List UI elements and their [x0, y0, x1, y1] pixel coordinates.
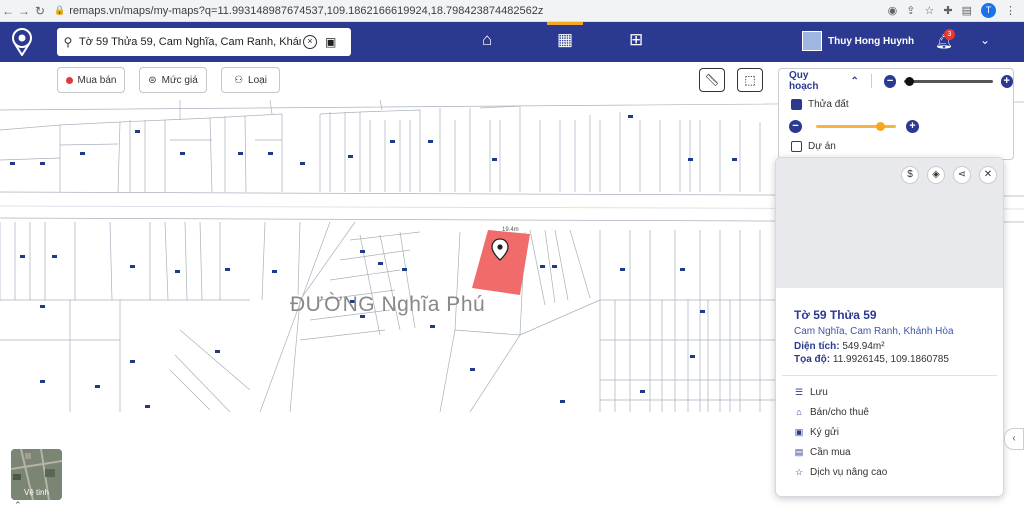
user-menu[interactable]: Thuy Hong Huynh — [802, 31, 914, 51]
reading-list-icon[interactable]: ▤ — [962, 4, 972, 17]
home-icon[interactable]: ⌂ — [482, 30, 492, 50]
satellite-label: Vệ tinh — [24, 488, 49, 497]
deposit-icon: ▣ — [794, 426, 804, 437]
layer-panel-title[interactable]: Quy hoạch — [789, 70, 839, 92]
search-input[interactable] — [79, 36, 301, 48]
menu-item-deposit[interactable]: ▣ Ký gửi — [776, 422, 1003, 442]
parcel-image: $ ◈ ⋖ ✕ — [776, 158, 1003, 288]
browser-menu-icon[interactable]: ⋮ — [1005, 4, 1016, 17]
satellite-toggle[interactable]: Vệ tinh — [11, 449, 62, 500]
parcel-address: Cam Nghĩa, Cam Ranh, Khánh Hòa — [794, 326, 954, 337]
clipboard-icon: ▤ — [794, 446, 804, 457]
type-icon: ⚇ — [234, 74, 244, 86]
type-filter[interactable]: ⚇ Loại — [221, 67, 280, 93]
opacity-minus-icon[interactable]: − — [789, 119, 802, 133]
parcel-checkbox[interactable] — [791, 98, 802, 110]
avatar — [802, 31, 822, 51]
zoom-slider-knob[interactable] — [904, 76, 914, 86]
select-area-icon[interactable]: ⬚ — [737, 68, 763, 92]
dimension-label: 19.4m — [502, 227, 519, 233]
app-header: ⚲ × ▣ ⌂ ▦ ⊞ Thuy Hong Huynh 🔔︎3 ⌄ — [0, 22, 1024, 62]
bell-icon[interactable]: 🔔︎ 3 — [935, 29, 955, 50]
menu-item-sell-rent[interactable]: ⌂ Bán/cho thuê — [776, 402, 1003, 422]
share-icon[interactable]: ⇪ — [906, 4, 915, 17]
chevron-up-icon[interactable]: ⌃ — [14, 500, 22, 511]
divider — [870, 74, 872, 88]
clear-search-icon[interactable]: × — [303, 35, 317, 49]
dollar-icon[interactable]: $ — [901, 166, 919, 184]
parcel-info-card: $ ◈ ⋖ ✕ Tờ 59 Thửa 59 Cam Nghĩa, Cam Ran… — [775, 157, 1004, 497]
opacity-slider-knob[interactable] — [876, 121, 885, 131]
map-icon[interactable]: ▦ — [546, 22, 584, 50]
zoom-slider[interactable] — [904, 76, 993, 86]
house-icon: ⌂ — [796, 407, 802, 417]
user-name: Thuy Hong Huynh — [828, 35, 915, 47]
coord-row: Tọa độ: 11.9926145, 109.1860785 — [794, 354, 949, 365]
camera-icon[interactable]: ▣ — [325, 35, 336, 49]
extension-icon[interactable]: ◉ — [888, 4, 898, 17]
red-dot-icon — [65, 76, 73, 84]
layer-panel: Quy hoạch ⌃ − + Thửa đất − + Dự án — [778, 68, 1014, 160]
puzzle-icon[interactable]: ✚ — [943, 4, 952, 17]
chevron-up-icon[interactable]: ⌃ — [851, 76, 859, 87]
bookmark-star-icon[interactable]: ☆ — [925, 4, 935, 17]
chevron-left-icon[interactable]: ‹ — [1004, 428, 1024, 450]
opacity-slider[interactable] — [816, 121, 896, 131]
menu-item-advanced-services[interactable]: ☆ Dịch vụ nâng cao — [776, 462, 1003, 482]
zoom-in-icon[interactable]: + — [1000, 74, 1013, 88]
price-filter[interactable]: ⊜ Mức giá — [139, 67, 207, 93]
ruler-icon[interactable]: 📏︎ — [699, 68, 725, 92]
search-box: ⚲ × ▣ — [57, 28, 351, 56]
menu-item-want-to-buy[interactable]: ▤ Cần mua — [776, 442, 1003, 462]
card-menu: ☰ Lưu ⌂ Bán/cho thuê ▣ Ký gửi ▤ Cần mua ☆ Dịc… — [776, 382, 1003, 482]
street-label: ĐƯỜNG Nghĩa Phú — [290, 293, 486, 316]
remaps-logo[interactable] — [11, 28, 33, 56]
directions-icon[interactable]: ◈ — [927, 166, 945, 184]
notification-badge: 3 — [944, 29, 955, 40]
address-bar[interactable]: remaps.vn/maps/my-maps?q=11.993148987674… — [69, 5, 543, 17]
coord-value: 11.9926145, 109.1860785 — [832, 354, 949, 365]
profile-avatar[interactable]: T — [981, 3, 996, 18]
forward-icon[interactable]: → — [16, 4, 32, 18]
divider — [782, 375, 997, 376]
list-icon: ☰ — [794, 386, 804, 397]
browser-toolbar: ← → ↻ 🔒 remaps.vn/maps/my-maps?q=11.9931… — [0, 0, 1024, 22]
opacity-plus-icon[interactable]: + — [906, 119, 919, 133]
buy-sell-filter[interactable]: Mua bán — [57, 67, 125, 93]
project-label: Dự án — [808, 140, 836, 152]
share-icon[interactable]: ⋖ — [953, 166, 971, 184]
area-value: 549.94m² — [842, 341, 885, 352]
search-icon: ⚲ — [63, 35, 73, 49]
area-row: Diện tích: 549.94m² — [794, 341, 885, 352]
zoom-out-icon[interactable]: − — [883, 74, 897, 88]
star-icon: ☆ — [794, 466, 804, 477]
dollar-icon: ⊜ — [148, 74, 157, 86]
menu-item-save[interactable]: ☰ Lưu — [776, 382, 1003, 402]
reload-icon[interactable]: ↻ — [32, 4, 48, 18]
parcel-label: Thửa đất — [808, 98, 849, 110]
lock-icon: 🔒 — [54, 5, 66, 15]
parcel-title: Tờ 59 Thửa 59 — [794, 308, 877, 322]
close-icon[interactable]: ✕ — [979, 166, 997, 184]
back-icon[interactable]: ← — [0, 4, 16, 18]
store-icon[interactable]: ⊞ — [629, 30, 643, 50]
project-checkbox[interactable] — [791, 140, 802, 152]
chevron-down-icon[interactable]: ⌄ — [980, 33, 990, 47]
